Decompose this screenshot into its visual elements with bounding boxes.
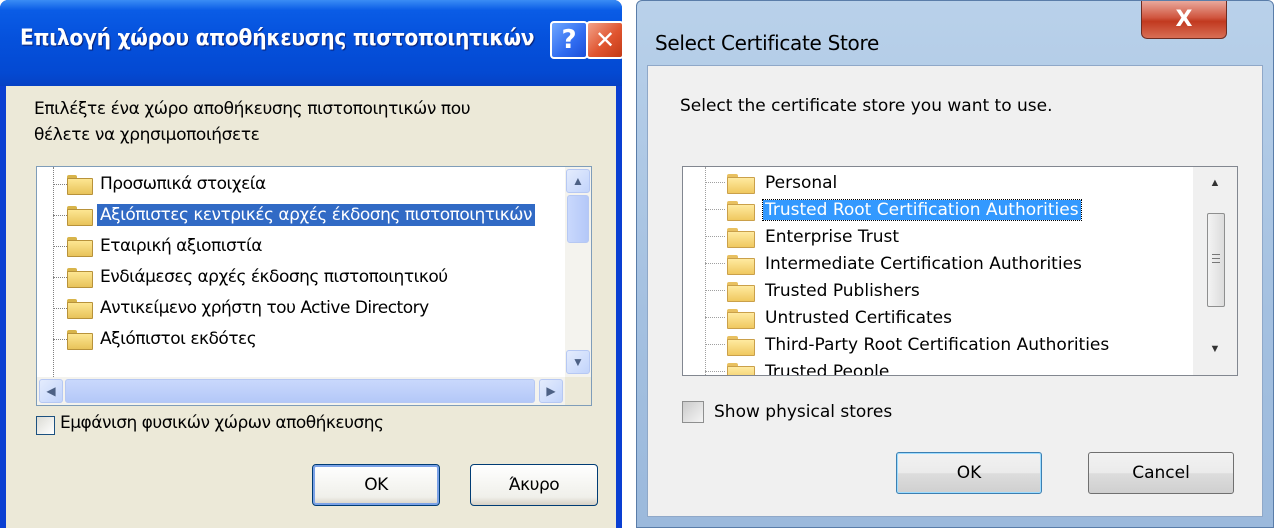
w7-dialog-title: Select Certificate Store <box>655 31 879 55</box>
w7-tree-item-label: Trusted Publishers <box>765 280 920 301</box>
scroll-up-icon[interactable]: ▲ <box>1205 173 1225 193</box>
w7-tree-item-label: Personal <box>765 172 838 193</box>
w7-store-tree[interactable]: Personal Trusted Root Certification Auth… <box>682 166 1238 376</box>
xp-tree-item-label: Αξιόπιστοι εκδότες <box>100 329 257 349</box>
folder-icon <box>727 281 755 302</box>
folder-icon <box>67 330 93 350</box>
xp-tree-item-label: Προσωπικά στοιχεία <box>100 174 266 194</box>
xp-store-tree[interactable]: Προσωπικά στοιχεία Αξιόπιστες κεντρικές … <box>36 166 592 406</box>
w7-ok-button[interactable]: OK <box>896 452 1042 494</box>
xp-close-button[interactable]: ✕ <box>586 21 622 59</box>
w7-tree-item-label: Untrusted Certificates <box>765 307 952 328</box>
w7-tree-item[interactable]: Trusted People <box>705 358 891 376</box>
w7-tree-item[interactable]: Intermediate Certification Authorities <box>705 250 1084 277</box>
folder-icon <box>67 299 93 319</box>
scroll-up-icon[interactable]: ▲ <box>566 169 590 193</box>
xp-dialog-body: Επιλέξτε ένα χώρο αποθήκευσης πιστοποιητ… <box>6 86 616 528</box>
w7-close-button[interactable]: X <box>1141 1 1227 39</box>
w7-tree-viewport: Personal Trusted Root Certification Auth… <box>683 167 1193 375</box>
folder-icon <box>727 173 755 194</box>
xp-tree-item[interactable]: Αξιόπιστοι εκδότες <box>53 324 259 354</box>
xp-help-button[interactable]: ? <box>550 21 588 59</box>
w7-cancel-button[interactable]: Cancel <box>1088 452 1234 494</box>
xp-tree-item-label: Εταιρική αξιοπιστία <box>100 236 262 256</box>
w7-show-physical-label[interactable]: Show physical stores <box>714 402 892 422</box>
xp-tree-viewport: Προσωπικά στοιχεία Αξιόπιστες κεντρικές … <box>37 167 565 377</box>
xp-tree-item-selected[interactable]: Αξιόπιστες κεντρικές αρχές έκδοσης πιστο… <box>53 200 536 230</box>
w7-tree-item-label: Trusted Root Certification Authorities <box>762 198 1082 221</box>
xp-instruction-line-2: θέλετε να χρησιμοποιήσετε <box>34 125 260 145</box>
xp-tree-item-label: Αντικείμενο χρήστη του Active Directory <box>100 298 429 318</box>
xp-tree-item[interactable]: Ενδιάμεσες αρχές έκδοσης πιστοποιητικού <box>53 262 451 292</box>
folder-icon <box>727 308 755 329</box>
folder-icon <box>727 362 755 375</box>
xp-cancel-button[interactable]: Άκυρο <box>470 464 598 506</box>
xp-horizontal-scrollbar[interactable]: ◀ ▶ <box>37 377 565 405</box>
xp-show-physical-label[interactable]: Εμφάνιση φυσικών χώρων αποθήκευσης <box>60 413 384 433</box>
xp-tree-item[interactable]: Αντικείμενο χρήστη του Active Directory <box>53 293 432 323</box>
folder-icon <box>727 254 755 275</box>
xp-vertical-scroll-thumb[interactable] <box>567 195 589 243</box>
folder-icon <box>727 335 755 356</box>
xp-tree-item-label: Ενδιάμεσες αρχές έκδοσης πιστοποιητικού <box>100 267 448 287</box>
w7-tree-item[interactable]: Third-Party Root Certification Authoriti… <box>705 331 1111 358</box>
w7-tree-item-label: Trusted People <box>765 361 890 376</box>
xp-certificate-store-dialog: Επιλογή χώρου αποθήκευσης πιστοποιητικών… <box>0 0 622 528</box>
folder-icon <box>727 227 755 248</box>
w7-certificate-store-dialog: Select Certificate Store X Select the ce… <box>636 0 1274 528</box>
folder-icon <box>67 268 93 288</box>
w7-tree-item-label: Enterprise Trust <box>765 226 900 247</box>
w7-vertical-scroll-thumb[interactable] <box>1207 213 1225 307</box>
xp-tree-line <box>53 167 54 377</box>
scroll-right-icon[interactable]: ▶ <box>539 379 563 403</box>
folder-icon <box>67 237 93 257</box>
w7-vertical-scrollbar[interactable]: ▲ ▼ <box>1193 167 1237 375</box>
xp-tree-item-label: Αξιόπιστες κεντρικές αρχές έκδοσης πιστο… <box>97 204 536 226</box>
w7-tree-item[interactable]: Personal <box>705 169 839 196</box>
scroll-down-icon[interactable]: ▼ <box>566 350 590 374</box>
xp-instruction-text: Επιλέξτε ένα χώρο αποθήκευσης πιστοποιητ… <box>34 96 534 148</box>
xp-show-physical-checkbox[interactable] <box>36 416 55 435</box>
xp-vertical-scrollbar[interactable]: ▲ ▼ <box>565 167 591 377</box>
w7-tree-item-label: Intermediate Certification Authorities <box>765 253 1082 274</box>
folder-icon <box>727 200 755 221</box>
xp-title-bar[interactable]: Επιλογή χώρου αποθήκευσης πιστοποιητικών… <box>0 0 622 86</box>
w7-tree-item[interactable]: Trusted Publishers <box>705 277 922 304</box>
w7-show-physical-checkbox[interactable] <box>682 401 704 423</box>
w7-tree-item-label: Third-Party Root Certification Authoriti… <box>765 334 1110 355</box>
w7-instruction-text: Select the certificate store you want to… <box>680 96 1053 116</box>
xp-dialog-title: Επιλογή χώρου αποθήκευσης πιστοποιητικών <box>20 26 535 51</box>
folder-icon <box>67 175 93 195</box>
xp-instruction-line-1: Επιλέξτε ένα χώρο αποθήκευσης πιστοποιητ… <box>34 99 471 119</box>
w7-tree-item-selected[interactable]: Trusted Root Certification Authorities <box>705 196 1082 223</box>
scroll-down-icon[interactable]: ▼ <box>1205 339 1225 359</box>
w7-tree-item[interactable]: Enterprise Trust <box>705 223 901 250</box>
scroll-left-icon[interactable]: ◀ <box>39 379 63 403</box>
folder-icon <box>67 206 93 226</box>
xp-tree-item[interactable]: Εταιρική αξιοπιστία <box>53 231 265 261</box>
w7-tree-item[interactable]: Untrusted Certificates <box>705 304 954 331</box>
xp-tree-item[interactable]: Προσωπικά στοιχεία <box>53 169 269 199</box>
w7-dialog-body: Select the certificate store you want to… <box>647 65 1263 517</box>
xp-scroll-corner <box>565 377 591 405</box>
xp-horizontal-scroll-thumb[interactable] <box>65 379 535 403</box>
xp-ok-button[interactable]: OK <box>312 464 440 506</box>
